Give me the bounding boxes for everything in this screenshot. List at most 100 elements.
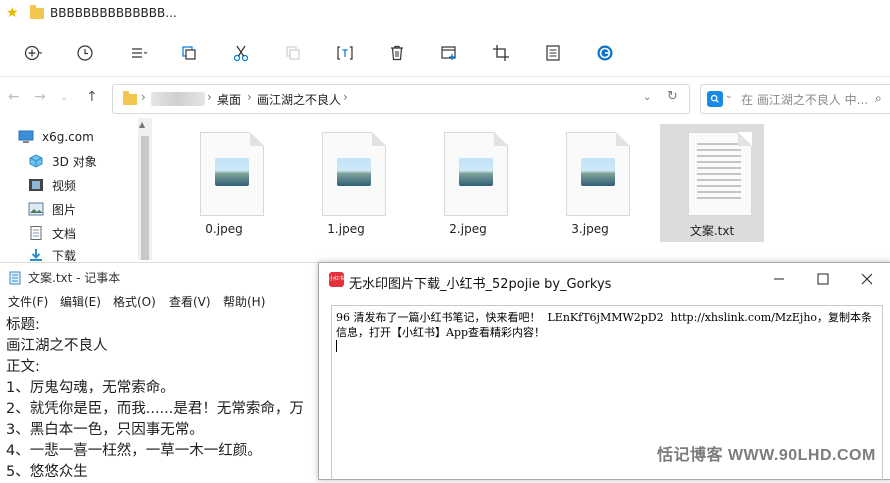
site-watermark: 恬记博客 WWW.90LHD.COM	[657, 447, 876, 464]
text-line: 4、一悲一喜一枉然，一草一木一红颜。	[6, 443, 262, 459]
back-arrow-icon[interactable]: ←	[8, 89, 20, 105]
file-item-selected[interactable]: 文案.txt	[660, 124, 764, 242]
nav-item-label: 图片	[52, 202, 77, 217]
computer-icon	[18, 130, 34, 143]
text-cursor	[336, 340, 337, 352]
chevron-right-icon: ›	[141, 90, 146, 104]
new-window-icon[interactable]	[438, 42, 460, 64]
history-icon[interactable]	[74, 42, 96, 64]
minimize-icon	[774, 278, 784, 280]
chevron-right-icon: ›	[207, 90, 212, 104]
explorer-toolbar	[0, 30, 890, 77]
nav-item-label: x6g.com	[42, 130, 94, 144]
file-name: 文案.txt	[689, 224, 735, 238]
picture-icon	[28, 202, 44, 216]
star-icon[interactable]: ★	[6, 5, 19, 21]
view-menu-icon[interactable]	[128, 42, 150, 64]
delete-icon[interactable]	[386, 42, 408, 64]
rename-icon[interactable]	[334, 42, 356, 64]
nav-item-label: 文档	[52, 226, 77, 241]
properties-icon[interactable]	[542, 42, 564, 64]
text-line: 正文:	[6, 359, 40, 375]
file-name: 3.jpeg	[571, 222, 609, 236]
search-box[interactable]: ⌄ 在 画江湖之不良人 中... ⌕	[700, 84, 890, 114]
menu-file[interactable]: 文件(F)	[8, 293, 48, 310]
search-icon[interactable]: ⌕	[875, 91, 882, 106]
folder-icon	[30, 5, 44, 19]
download-icon	[30, 249, 42, 261]
window-title: BBBBBBBBBBBBBB...	[50, 6, 177, 20]
image-file-icon	[566, 132, 630, 216]
file-name: 2.jpeg	[449, 222, 487, 236]
forward-arrow-icon[interactable]: →	[34, 89, 46, 105]
film-icon	[29, 179, 43, 191]
text-line: 标题:	[6, 317, 40, 333]
dialog-title: 无水印图片下载_小红书_52pojie by_Gorkys	[349, 277, 612, 292]
notepad-title-bar: 文案.txt - 记事本	[8, 269, 120, 286]
recent-chevron-icon[interactable]: ⌄	[60, 92, 68, 103]
menu-format[interactable]: 格式(O)	[113, 293, 156, 310]
file-item[interactable]: 0.jpeg	[172, 124, 276, 242]
breadcrumb-current[interactable]: 画江湖之不良人	[257, 91, 341, 108]
text-line: 画江湖之不良人	[6, 338, 108, 354]
menu-edit[interactable]: 编辑(E)	[60, 293, 101, 310]
nav-item-pictures[interactable]: 图片	[28, 198, 76, 220]
refresh-icon[interactable]: ↻	[667, 89, 678, 104]
folder-icon	[123, 91, 137, 105]
image-file-icon	[444, 132, 508, 216]
nav-item-label: 视频	[52, 178, 77, 193]
image-file-icon	[322, 132, 386, 216]
file-item[interactable]: 3.jpeg	[538, 124, 642, 242]
chevron-right-icon: ›	[343, 90, 348, 104]
close-icon	[861, 273, 873, 285]
nav-item-videos[interactable]: 视频	[28, 174, 76, 196]
nav-scrollbar-thumb[interactable]	[141, 136, 149, 260]
search-logo-icon	[707, 91, 723, 107]
search-placeholder: 在 画江湖之不良人 中...	[741, 93, 869, 107]
paste-icon[interactable]	[282, 42, 304, 64]
text-file-icon	[688, 132, 752, 216]
crop-icon[interactable]	[490, 42, 512, 64]
maximize-button[interactable]	[801, 267, 845, 291]
text-line: 3、黑白本一色，只因事无常。	[6, 422, 204, 438]
up-arrow-icon[interactable]: ↑	[86, 89, 98, 105]
downloader-dialog: 小红书 无水印图片下载_小红书_52pojie by_Gorkys 96 清发布…	[318, 262, 890, 480]
text-line: 1、厉鬼勾魂，无常索命。	[6, 380, 175, 396]
nav-item-documents[interactable]: 文档	[28, 222, 76, 244]
content-text: 96 清发布了一篇小红书笔记，快来看吧！ LEnKfT6jMMW2pD2 htt…	[336, 311, 873, 339]
new-icon[interactable]	[22, 42, 44, 64]
document-icon	[30, 226, 42, 240]
maximize-icon	[817, 273, 829, 285]
copy-icon[interactable]	[178, 42, 200, 64]
breadcrumb-desktop[interactable]: 桌面	[217, 91, 241, 108]
notepad-window: 文案.txt - 记事本 文件(F) 编辑(E) 格式(O) 查看(V) 帮助(…	[0, 262, 322, 480]
file-name: 0.jpeg	[205, 222, 243, 236]
menu-view[interactable]: 查看(V)	[169, 293, 211, 310]
xiaohongshu-logo-icon: 小红书	[329, 272, 344, 287]
chevron-down-icon[interactable]: ⌄	[725, 91, 733, 101]
image-file-icon	[200, 132, 264, 216]
minimize-button[interactable]	[757, 267, 801, 291]
scroll-up-arrow-icon[interactable]: ▲	[139, 120, 145, 129]
text-line: 2、就凭你是臣，而我......是君！无常索命，万	[6, 401, 304, 417]
explorer-title-bar: ★ BBBBBBBBBBBBBB...	[0, 0, 890, 28]
address-bar[interactable]: › › 桌面 › 画江湖之不良人 › ⌄ ↻	[112, 84, 690, 114]
notepad-icon	[9, 271, 21, 284]
cut-icon[interactable]	[230, 42, 252, 64]
notepad-text-area[interactable]: 标题: 画江湖之不良人 正文: 1、厉鬼勾魂，无常索命。 2、就凭你是臣，而我.…	[6, 315, 322, 483]
menu-help[interactable]: 帮助(H)	[223, 293, 265, 310]
file-item[interactable]: 2.jpeg	[416, 124, 520, 242]
nav-item-label: 下载	[52, 248, 77, 263]
nav-item-x6g[interactable]: x6g.com	[18, 126, 94, 148]
navigation-pane: x6g.com 3D 对象 视频 图片 文档 下载	[0, 118, 152, 263]
text-line: 5、悠悠众生	[6, 464, 88, 480]
chevron-right-icon: ›	[247, 90, 252, 104]
close-button[interactable]	[845, 267, 889, 291]
nav-item-3d-objects[interactable]: 3D 对象	[28, 150, 97, 172]
address-dropdown-icon[interactable]: ⌄	[643, 92, 651, 103]
cube-icon	[29, 154, 43, 168]
file-item[interactable]: 1.jpeg	[294, 124, 398, 242]
edge-browser-icon[interactable]	[594, 42, 616, 64]
blurred-path-segment	[151, 92, 205, 106]
nav-item-label: 3D 对象	[52, 154, 97, 169]
